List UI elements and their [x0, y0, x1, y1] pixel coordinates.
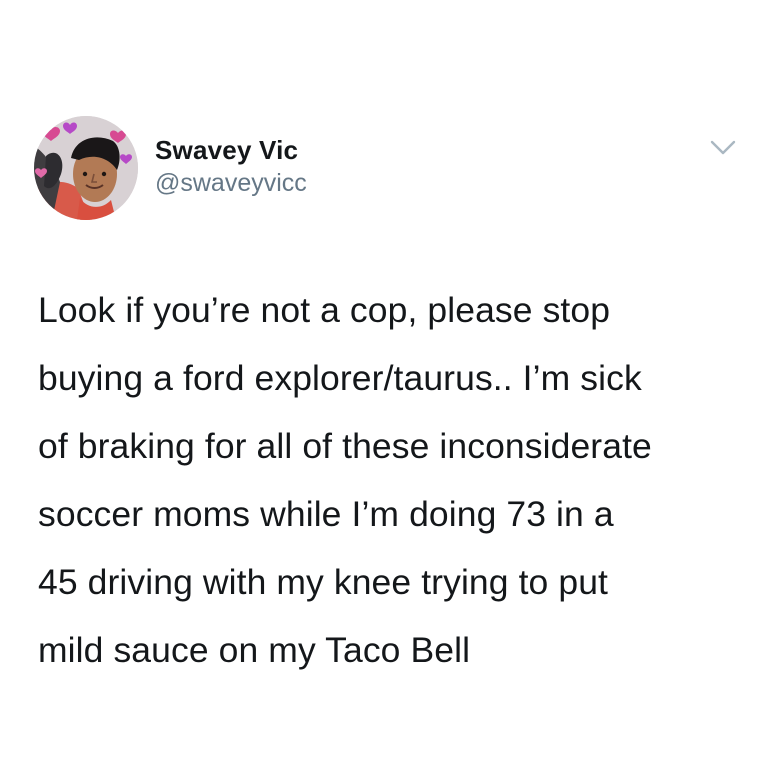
- tweet-line: buying a ford explorer/taurus.. I’m sick: [38, 358, 642, 398]
- tweet-line: soccer moms while I’m doing 73 in a: [38, 494, 614, 534]
- tweet-line: mild sauce on my Taco Bell: [38, 630, 471, 670]
- tweet-line: Look if you’re not a cop, please stop: [38, 290, 611, 330]
- tweet-line: of braking for all of these inconsiderat…: [38, 426, 652, 466]
- tweet-line: 45 driving with my knee trying to put: [38, 562, 609, 602]
- avatar-image: [34, 116, 138, 220]
- display-name[interactable]: Swavey Vic: [155, 134, 307, 166]
- tweet-text: Look if you’re not a cop, please stop bu…: [38, 276, 738, 684]
- avatar[interactable]: [34, 116, 138, 220]
- handle[interactable]: @swaveyvicc: [155, 168, 307, 198]
- chevron-down-icon[interactable]: [709, 137, 737, 159]
- tweet-header: Swavey Vic @swaveyvicc: [30, 112, 745, 232]
- tweet-card: Swavey Vic @swaveyvicc Look if you’re no…: [0, 0, 768, 768]
- author-info: Swavey Vic @swaveyvicc: [155, 134, 307, 198]
